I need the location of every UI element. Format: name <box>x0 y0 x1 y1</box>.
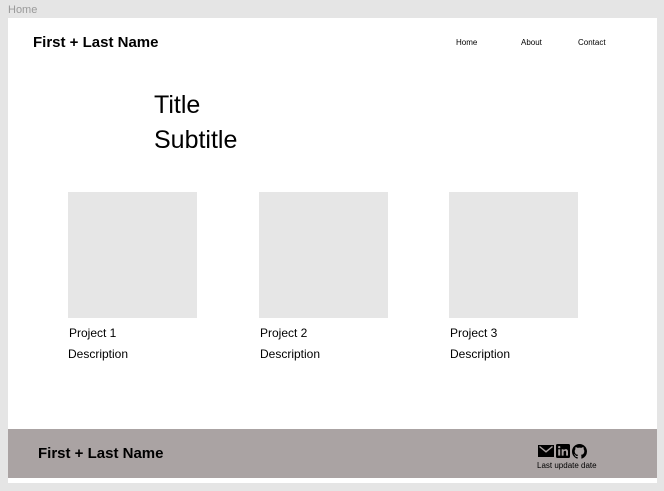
nav-contact-link[interactable]: Contact <box>578 38 606 48</box>
project-card-2[interactable]: Project 2 Description <box>259 192 389 361</box>
nav-about-link[interactable]: About <box>521 38 542 48</box>
github-icon[interactable] <box>572 443 587 459</box>
project-description: Description <box>68 347 129 361</box>
project-thumbnail[interactable] <box>449 192 578 318</box>
project-description: Description <box>450 347 511 361</box>
mail-icon[interactable] <box>538 445 554 457</box>
project-title[interactable]: Project 1 <box>69 326 198 340</box>
project-description: Description <box>260 347 321 361</box>
site-brand[interactable]: First + Last Name <box>33 34 158 52</box>
frame-label: Home <box>8 4 38 16</box>
project-card-1[interactable]: Project 1 Description <box>68 192 198 361</box>
project-card-3[interactable]: Project 3 Description <box>449 192 579 361</box>
last-update-date: Last update date <box>537 461 597 470</box>
project-thumbnail[interactable] <box>68 192 197 318</box>
social-links <box>538 443 589 459</box>
footer-brand: First + Last Name <box>38 445 164 462</box>
linkedin-icon[interactable] <box>556 444 570 458</box>
nav-home-link[interactable]: Home <box>456 38 477 48</box>
project-thumbnail[interactable] <box>259 192 388 318</box>
project-title[interactable]: Project 2 <box>260 326 389 340</box>
site-footer: First + Last Name Last update date <box>8 429 657 478</box>
hero-title: Title <box>154 91 201 119</box>
home-page: First + Last Name Home About Contact Tit… <box>8 18 657 483</box>
hero-subtitle: Subtitle <box>154 126 238 154</box>
project-title[interactable]: Project 3 <box>450 326 579 340</box>
